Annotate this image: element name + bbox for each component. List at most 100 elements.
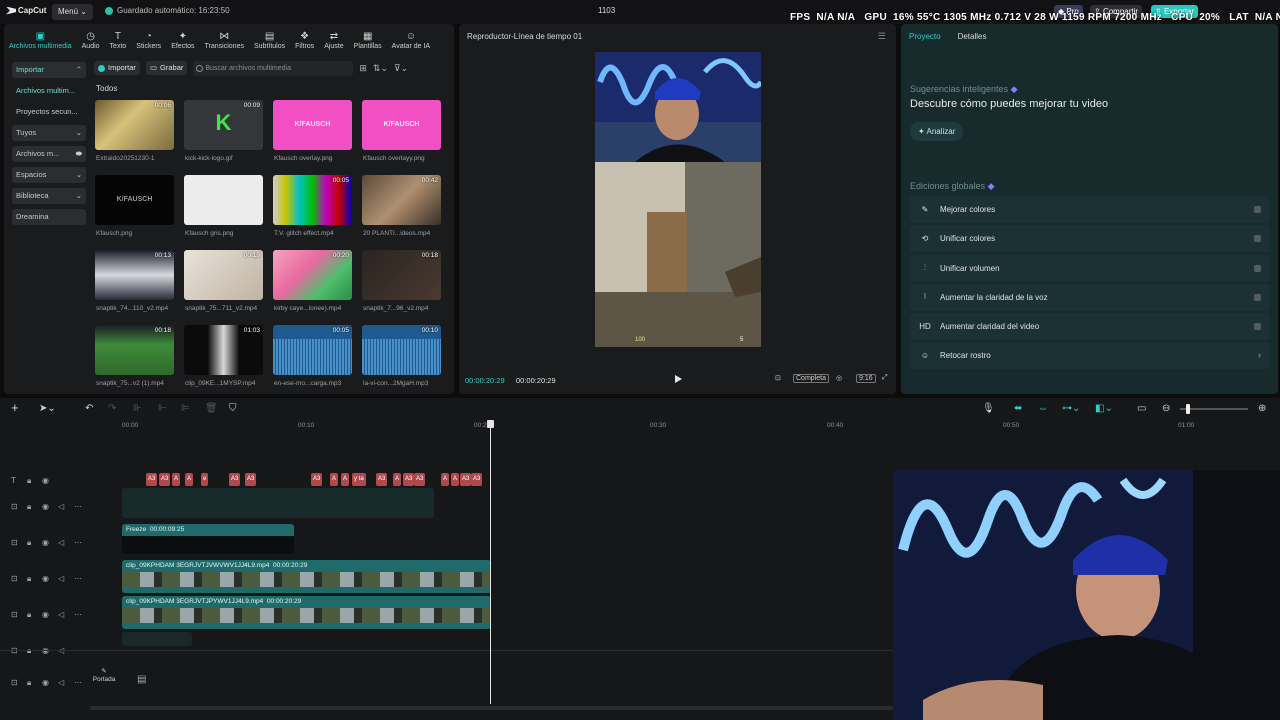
tool-effects[interactable]: ✦ Efectos: [166, 26, 199, 54]
quality-button[interactable]: Completa: [793, 374, 829, 383]
text-clip[interactable]: A3: [311, 473, 323, 486]
lock-icon[interactable]: 🔒︎: [27, 476, 31, 486]
video-clip-1[interactable]: clip_09KPHDAM 3EGRJVTJVWVWV1JJ4L9.mp4 00…: [122, 560, 491, 593]
freeze-clip[interactable]: Freeze 00:00:09:25: [122, 524, 294, 554]
toggle-switch[interactable]: [1254, 264, 1261, 272]
global-edit-item[interactable]: ⦚ Aumentar la claridad de la voz: [910, 283, 1269, 311]
redo-icon[interactable]: ↷: [108, 403, 116, 414]
crop-icon[interactable]: ⊡: [775, 374, 781, 382]
select-cursor-icon[interactable]: ➤⌄: [39, 403, 56, 414]
more-icon[interactable]: ⋯: [74, 574, 82, 583]
ratio-button[interactable]: 9:16: [856, 374, 876, 383]
sidebar-item[interactable]: Dreamina: [12, 209, 86, 225]
text-clip[interactable]: A3: [403, 473, 415, 486]
split-right-icon[interactable]: ⊫: [181, 403, 190, 414]
analyze-button[interactable]: ✦ Analizar: [910, 122, 964, 141]
caption-icon[interactable]: ▭: [1137, 403, 1146, 414]
tool-ai-avatar[interactable]: ☺ Avatar de IA: [387, 26, 435, 54]
media-item[interactable]: 01:03 clip_09KE...1MYSP.mp4: [183, 325, 272, 391]
text-clip[interactable]: A3: [460, 473, 472, 486]
grid-view-icon[interactable]: ⊞: [359, 63, 367, 74]
more-icon[interactable]: ⋯: [74, 538, 82, 547]
sidebar-item[interactable]: Archivos m... ⬬: [12, 146, 86, 162]
speaker-icon[interactable]: ◁: [58, 538, 64, 547]
preview-axis-icon[interactable]: ◧⌄: [1095, 403, 1113, 414]
tool-audio[interactable]: ◷ Audio: [77, 26, 105, 54]
sidebar-item[interactable]: Proyectos secun...: [12, 104, 86, 120]
more-icon[interactable]: ⋯: [74, 678, 82, 687]
media-item[interactable]: Kfausch gris.png: [183, 175, 272, 241]
sidebar-item[interactable]: Biblioteca ⌄: [12, 188, 86, 204]
text-clip[interactable]: A3: [229, 473, 241, 486]
faded-clip-2[interactable]: [122, 632, 192, 646]
text-clip[interactable]: A: [451, 473, 460, 486]
global-edit-item[interactable]: ⫶ Unificar volumen: [910, 254, 1269, 282]
text-clip[interactable]: A3: [471, 473, 483, 486]
tool-sticker[interactable]: ◔ Stickers: [131, 26, 166, 54]
toggle-switch[interactable]: [1254, 323, 1261, 331]
tool-media[interactable]: ▣ Archivos multimedia: [4, 26, 77, 54]
undo-icon[interactable]: ↶: [85, 403, 93, 414]
auto-snap-icon[interactable]: ⇔: [1038, 403, 1048, 414]
sidebar-item[interactable]: Archivos multim...: [12, 83, 86, 99]
toggle-switch[interactable]: [1254, 206, 1261, 213]
more-icon[interactable]: ⋯: [74, 502, 82, 511]
link-icon[interactable]: ⊶⌄: [1062, 403, 1080, 414]
text-clip[interactable]: A: [172, 473, 181, 486]
text-clip[interactable]: A: [393, 473, 402, 486]
text-clip[interactable]: e: [201, 473, 209, 486]
microphone-icon[interactable]: 🎙: [982, 403, 995, 414]
eye-icon[interactable]: ◉: [42, 678, 49, 687]
split-left-icon[interactable]: ⊩: [158, 403, 167, 414]
eye-icon[interactable]: ◉: [42, 574, 49, 583]
media-item[interactable]: 00:06 Extraido20251230-1: [94, 100, 183, 166]
timeline-scrollbar[interactable]: [90, 706, 893, 710]
media-item[interactable]: 00:19 snaptik_75...711_v2.mp4: [183, 250, 272, 316]
sidebar-item[interactable]: Importar ⌃: [12, 62, 86, 78]
global-edit-item[interactable]: HD Aumentar claridad del video: [910, 313, 1269, 341]
media-item[interactable]: 00:05 en-ese-mo...carga.mp3: [272, 325, 361, 391]
eye-icon[interactable]: ◉: [42, 476, 49, 485]
lock-icon[interactable]: 🔒︎: [27, 574, 31, 584]
toggle-switch[interactable]: [1254, 235, 1261, 243]
eye-icon[interactable]: ◉: [42, 610, 49, 619]
zoom-out-icon[interactable]: ⊖: [1162, 403, 1170, 414]
media-item[interactable]: 00:42 20 PLANTI...ideos.mp4: [361, 175, 450, 241]
media-item[interactable]: 00:13 snaptik_74...110_v2.mp4: [94, 250, 183, 316]
text-clip[interactable]: A: [185, 473, 194, 486]
media-item[interactable]: K 00:09 kick-kick-logo.gif: [183, 100, 272, 166]
text-clip[interactable]: A3: [376, 473, 388, 486]
screenshot-icon[interactable]: ◎: [836, 374, 842, 382]
media-item[interactable]: K/FAUSCH Kfausch.png: [94, 175, 183, 241]
media-item[interactable]: 00:18 snaptik_75...v2 (1).mp4: [94, 325, 183, 391]
play-icon[interactable]: [675, 375, 682, 383]
tab-project[interactable]: Proyecto: [909, 32, 941, 41]
media-item[interactable]: K/FAUSCH Kfausch overlayy.png: [361, 100, 450, 166]
zoom-in-icon[interactable]: ⊕: [1258, 403, 1266, 414]
text-clip[interactable]: A3: [159, 473, 171, 486]
video-clip-2[interactable]: clip_09KPHDAM 3EGRJVTJPYWV1JJ4L9.mp4 00:…: [122, 596, 491, 629]
tool-text[interactable]: T Texto: [105, 26, 132, 54]
record-button[interactable]: ▭ Grabar: [145, 61, 188, 75]
text-clip[interactable]: y ta: [352, 473, 366, 486]
more-icon[interactable]: ⋯: [74, 610, 82, 619]
filter-icon[interactable]: ⊽⌄: [394, 63, 408, 74]
text-clip[interactable]: A3: [146, 473, 158, 486]
split-icon[interactable]: ⊪: [133, 403, 142, 414]
media-item[interactable]: 00:10 la-vi-con...2MgaH.mp3: [361, 325, 450, 391]
text-clip[interactable]: A3: [414, 473, 426, 486]
zoom-slider-handle[interactable]: [1186, 404, 1190, 414]
fullscreen-icon[interactable]: ⤢: [882, 374, 888, 382]
text-clip[interactable]: A: [330, 473, 339, 486]
playhead[interactable]: [487, 420, 494, 704]
menu-button[interactable]: Menú ⌄: [52, 4, 93, 20]
shield-icon[interactable]: ⛉: [229, 403, 237, 414]
speaker-icon[interactable]: ◁: [58, 678, 64, 687]
speaker-icon[interactable]: ◁: [58, 574, 64, 583]
import-button[interactable]: Importar: [94, 61, 140, 75]
text-clip[interactable]: A: [341, 473, 350, 486]
cover-button[interactable]: ✎ Portada: [91, 668, 117, 694]
tool-adjust[interactable]: ⇄ Ajuste: [319, 26, 348, 54]
speaker-icon[interactable]: ◁: [58, 502, 64, 511]
tool-subtitles[interactable]: ▤ Subtítulos: [249, 26, 290, 54]
